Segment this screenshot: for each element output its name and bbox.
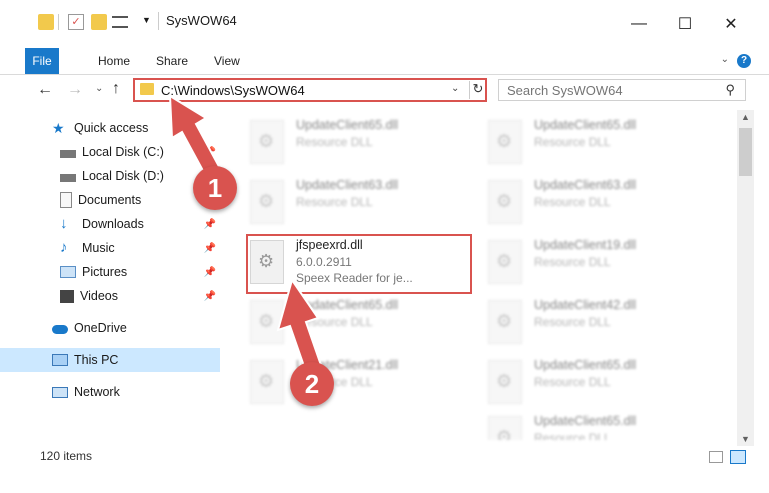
step-2-badge: 2 (290, 362, 334, 406)
annotation-arrows (168, 94, 324, 374)
step-1-badge: 1 (193, 166, 237, 210)
arrow-2-icon (276, 277, 324, 374)
